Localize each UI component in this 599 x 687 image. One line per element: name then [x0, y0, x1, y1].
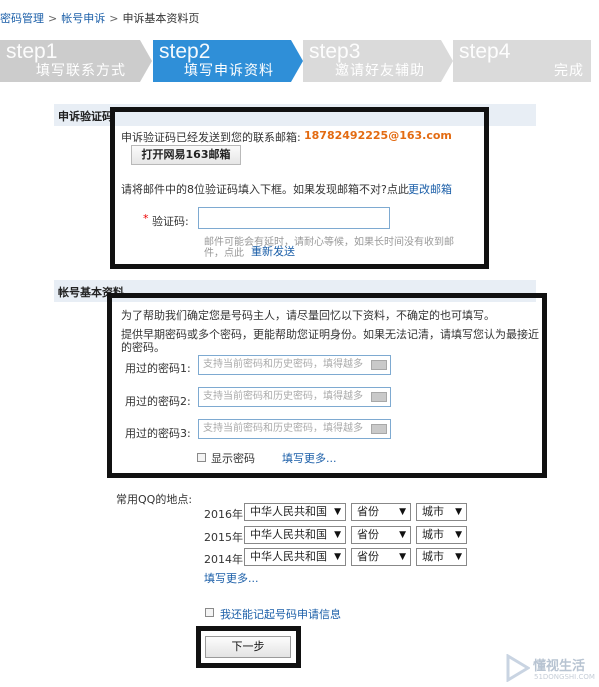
country-select[interactable]: 中华人民共和国 ▼ — [244, 503, 346, 521]
breadcrumb: 密码管理 > 帐号申诉 > 申诉基本资料页 — [0, 10, 199, 26]
city-value: 城市 — [422, 550, 444, 563]
verify-instruction: 请将邮件中的8位验证码填入下框。如果发现邮箱不对?点此 — [121, 183, 409, 196]
country-select[interactable]: 中华人民共和国 ▼ — [244, 526, 346, 544]
delay-note-line2: 件，点此 — [204, 248, 244, 259]
dropdown-arrow-icon: ▼ — [399, 507, 406, 517]
dropdown-arrow-icon: ▼ — [455, 530, 462, 540]
recall-info-label[interactable]: 我还能记起号码申请信息 — [220, 606, 341, 622]
step-2-label: 填写申诉资料 — [184, 63, 274, 79]
keyboard-icon[interactable] — [371, 360, 387, 370]
city-select[interactable]: 城市 ▼ — [416, 548, 467, 566]
country-select[interactable]: 中华人民共和国 ▼ — [244, 548, 346, 566]
step-4: step4 完成 — [453, 40, 591, 82]
location-year: 2015年 — [204, 531, 243, 544]
password-intro-line2: 的密码。 — [121, 341, 165, 354]
dropdown-arrow-icon: ▼ — [399, 552, 406, 562]
breadcrumb-account-appeal[interactable]: 帐号申诉 — [61, 12, 105, 25]
password2-label: 用过的密码2: — [125, 395, 191, 408]
resend-link[interactable]: 重新发送 — [251, 243, 295, 259]
password2-placeholder: 支持当前密码和历史密码，填得越多 — [203, 391, 363, 402]
breadcrumb-password-management[interactable]: 密码管理 — [0, 12, 44, 25]
account-section-title: 帐号基本资料 — [58, 286, 124, 299]
verification-code-input[interactable] — [198, 207, 390, 229]
province-value: 省份 — [357, 505, 379, 518]
password1-input[interactable]: 支持当前密码和历史密码，填得越多 — [198, 355, 391, 375]
step-4-label: 完成 — [554, 63, 584, 79]
step-2: step2 填写申诉资料 — [153, 40, 303, 82]
province-select[interactable]: 省份 ▼ — [351, 548, 411, 566]
watermark-logo: 懂视生活 51DONGSHI.COM — [506, 652, 599, 684]
password2-input[interactable]: 支持当前密码和历史密码，填得越多 — [198, 387, 391, 407]
open-163-mail-button[interactable]: 打开网易163邮箱 — [131, 145, 241, 165]
country-value: 中华人民共和国 — [250, 528, 327, 541]
keyboard-icon[interactable] — [371, 424, 387, 434]
account-section-header: 帐号基本资料 — [54, 280, 536, 302]
city-select[interactable]: 城市 ▼ — [416, 503, 467, 521]
dropdown-arrow-icon: ▼ — [334, 507, 341, 517]
province-select[interactable]: 省份 ▼ — [351, 526, 411, 544]
verify-section-title: 申诉验证码 — [58, 110, 113, 123]
change-email-link[interactable]: 更改邮箱 — [408, 181, 452, 197]
province-value: 省份 — [357, 550, 379, 563]
dropdown-arrow-icon: ▼ — [334, 552, 341, 562]
verify-email: 18782492225@163.com — [304, 129, 452, 142]
step-3: step3 邀请好友辅助 — [303, 40, 453, 82]
city-value: 城市 — [422, 505, 444, 518]
dropdown-arrow-icon: ▼ — [334, 530, 341, 540]
password1-placeholder: 支持当前密码和历史密码，填得越多 — [203, 359, 363, 370]
city-select[interactable]: 城市 ▼ — [416, 526, 467, 544]
password-intro-line1: 提供早期密码或多个密码，更能帮助您证明身份。如果无法记清，请填写您认为最接近 — [121, 328, 539, 341]
password3-input[interactable]: 支持当前密码和历史密码，填得越多 — [198, 419, 391, 439]
dropdown-arrow-icon: ▼ — [455, 507, 462, 517]
step-4-number: step4 — [459, 40, 511, 63]
recall-info-checkbox[interactable] — [205, 608, 214, 617]
breadcrumb-separator: > — [109, 12, 119, 25]
step-1: step1 填写联系方式 — [0, 40, 152, 82]
country-value: 中华人民共和国 — [250, 505, 327, 518]
show-password-label: 显示密码 — [211, 452, 255, 465]
step-1-label: 填写联系方式 — [36, 63, 126, 79]
password3-placeholder: 支持当前密码和历史密码，填得越多 — [203, 423, 363, 434]
password1-label: 用过的密码1: — [125, 362, 191, 375]
breadcrumb-current: 申诉基本资料页 — [122, 12, 200, 25]
password3-label: 用过的密码3: — [125, 427, 191, 440]
verification-code-label: 验证码: — [152, 215, 189, 228]
next-step-button[interactable]: 下一步 — [205, 636, 291, 658]
step-3-label: 邀请好友辅助 — [335, 63, 425, 79]
required-mark: * — [143, 212, 149, 225]
qq-location-label: 常用QQ的地点: — [116, 493, 193, 506]
city-value: 城市 — [422, 528, 444, 541]
province-value: 省份 — [357, 528, 379, 541]
watermark-play-icon — [506, 654, 530, 682]
watermark-subtext: 51DONGSHI.COM — [534, 673, 595, 681]
more-locations-link[interactable]: 填写更多... — [204, 570, 259, 586]
keyboard-icon[interactable] — [371, 392, 387, 402]
dropdown-arrow-icon: ▼ — [399, 530, 406, 540]
more-passwords-link[interactable]: 填写更多... — [282, 450, 337, 466]
watermark-text: 懂视生活 — [533, 659, 586, 674]
verify-sent-text: 申诉验证码已经发送到您的联系邮箱: — [121, 131, 301, 144]
location-year: 2016年 — [204, 508, 243, 521]
dropdown-arrow-icon: ▼ — [455, 552, 462, 562]
account-intro: 为了帮助我们确定您是号码主人，请尽量回忆以下资料，不确定的也可填写。 — [121, 309, 495, 322]
country-value: 中华人民共和国 — [250, 550, 327, 563]
verify-section-header: 申诉验证码 — [54, 104, 536, 126]
show-password-checkbox[interactable] — [197, 453, 206, 462]
location-year: 2014年 — [204, 553, 243, 566]
breadcrumb-separator: > — [48, 12, 58, 25]
province-select[interactable]: 省份 ▼ — [351, 503, 411, 521]
